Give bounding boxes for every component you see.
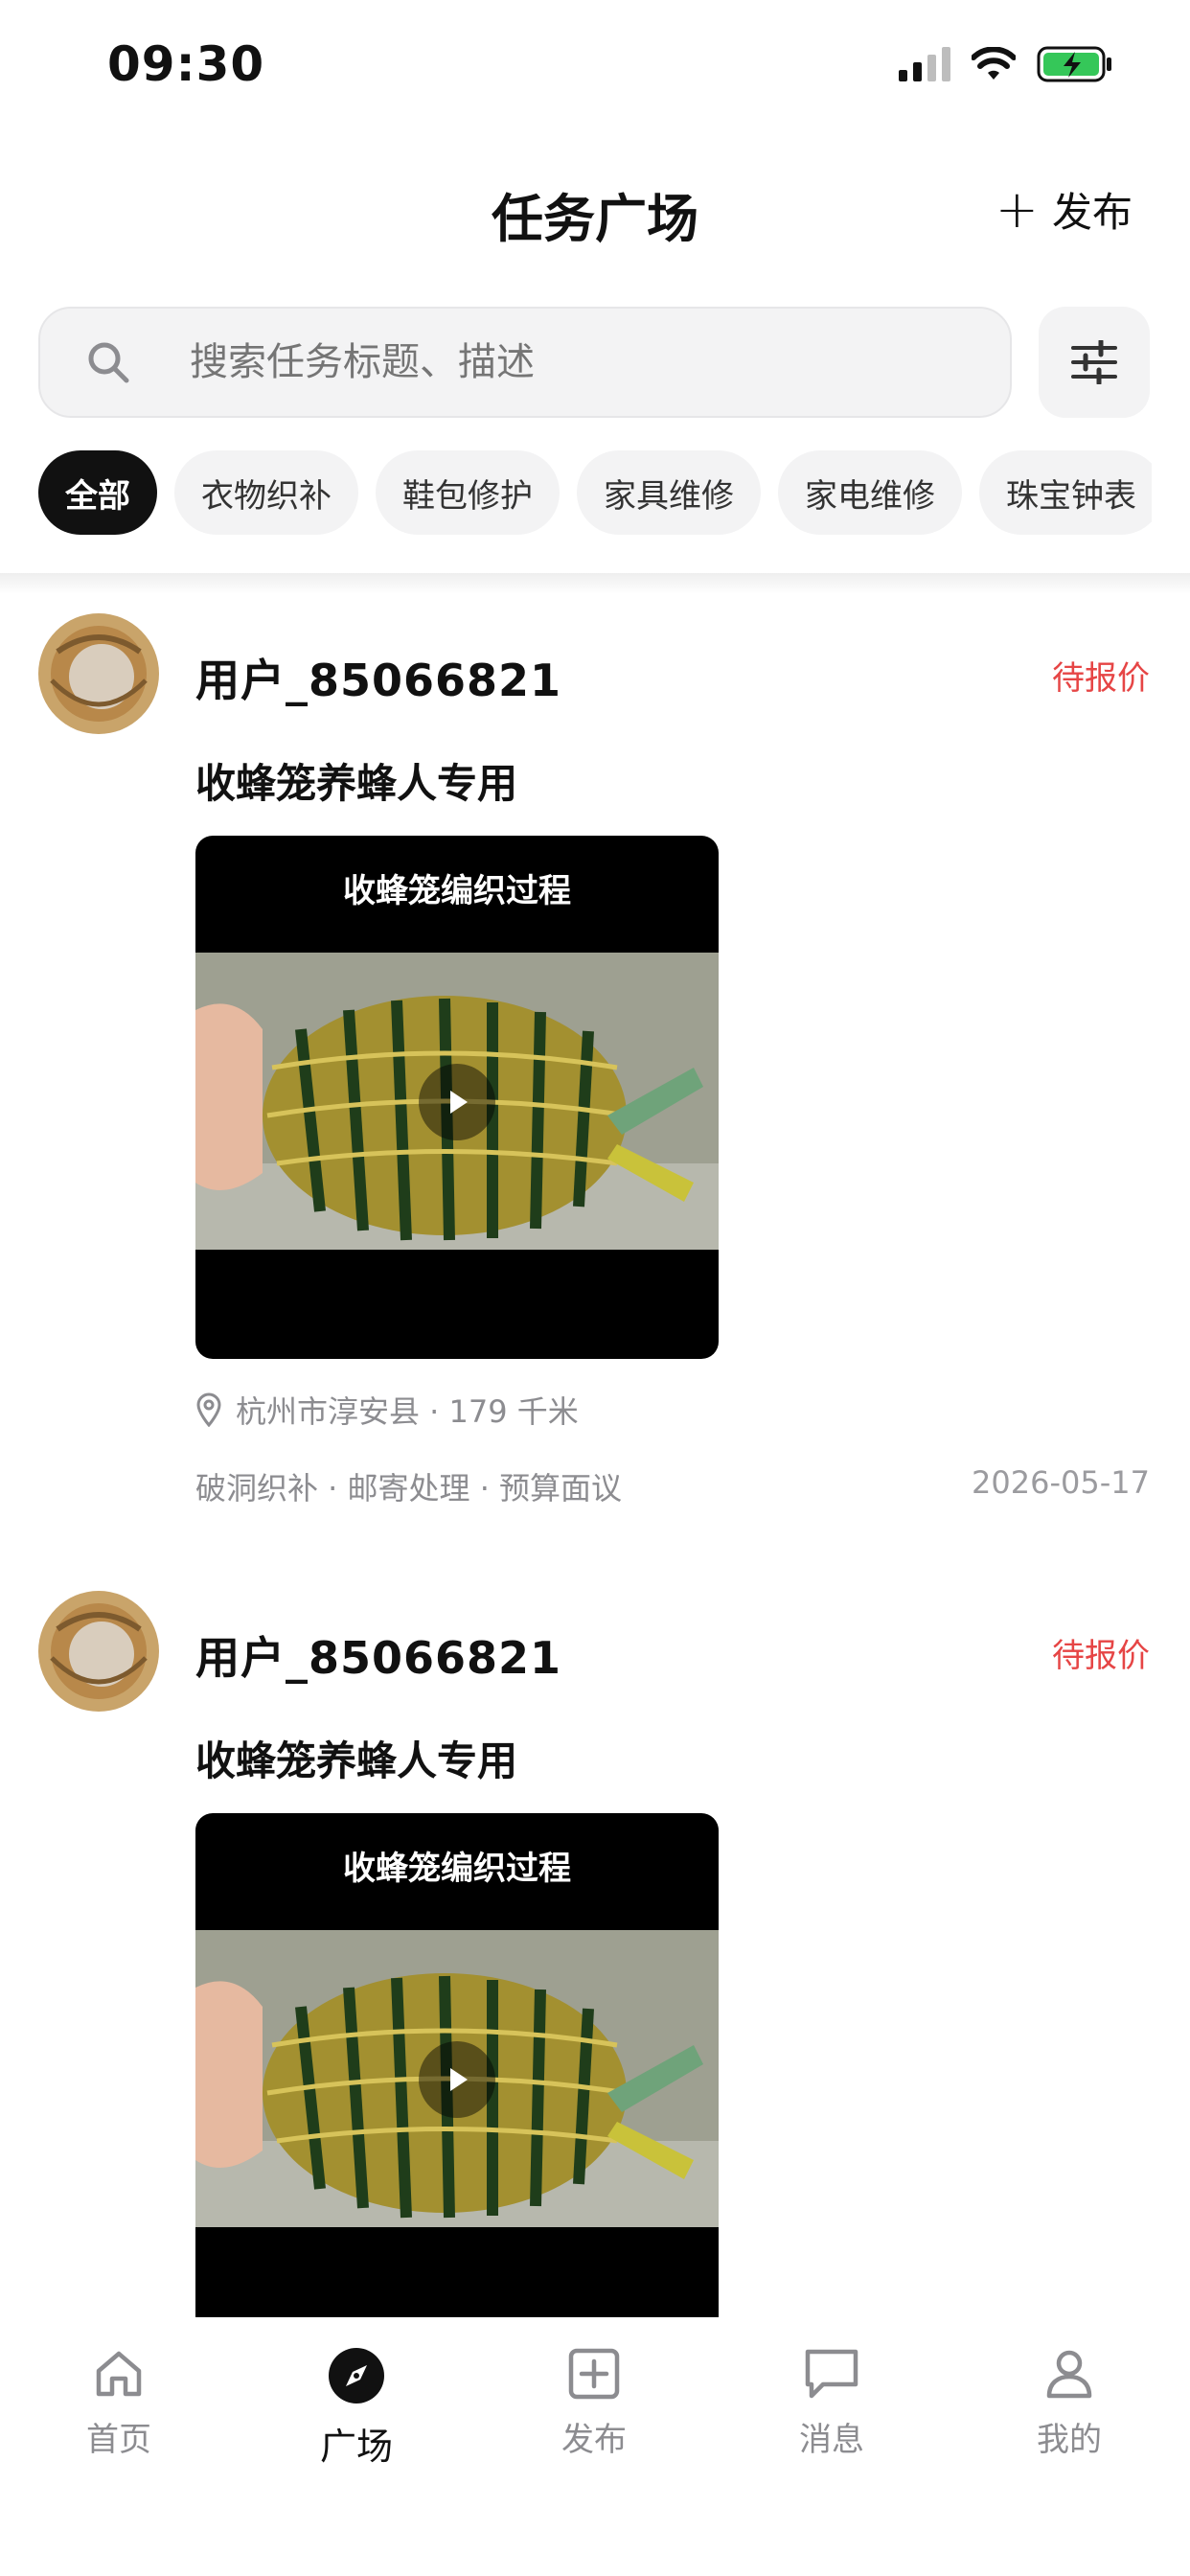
message-icon: [805, 2349, 858, 2399]
filter-button[interactable]: [1039, 307, 1150, 418]
play-icon[interactable]: [419, 2041, 495, 2118]
status-bar: 09:30: [0, 0, 1190, 134]
task-location: 杭州市淳安县 · 179 千米: [195, 1388, 579, 1432]
category-chips: 全部 衣物织补 鞋包修护 家具维修 家电维修 珠宝钟表: [38, 450, 1152, 537]
avatar[interactable]: [38, 613, 159, 734]
status-badge: 待报价: [1052, 659, 1150, 698]
username: 用户_85066821: [195, 655, 562, 706]
search-input[interactable]: [190, 340, 918, 384]
status-icons: [899, 46, 1113, 82]
chip-furniture-repair[interactable]: 家具维修: [577, 450, 761, 535]
video-thumbnail[interactable]: 收蜂笼编织过程: [195, 836, 719, 1359]
battery-charging-icon: [1037, 46, 1111, 82]
chip-jewelry-watch[interactable]: 珠宝钟表: [979, 450, 1152, 535]
plus-square-icon: [568, 2348, 620, 2400]
tab-label: 发布: [561, 2421, 627, 2459]
tab-profile[interactable]: 我的: [993, 2346, 1146, 2460]
tab-label: 首页: [86, 2421, 151, 2459]
username: 用户_85066821: [195, 1632, 562, 1684]
status-badge: 待报价: [1052, 1637, 1150, 1675]
header-divider: [0, 573, 1190, 594]
tab-messages[interactable]: 消息: [755, 2346, 908, 2460]
chip-all[interactable]: 全部: [38, 450, 157, 535]
task-tags: 破洞织补 · 邮寄处理 · 预算面议: [195, 1470, 623, 1506]
plus-icon: +: [995, 178, 1039, 240]
tab-square[interactable]: 广场: [280, 2346, 433, 2470]
publish-button-label: 发布: [1051, 189, 1133, 236]
chip-shoe-bag-care[interactable]: 鞋包修护: [376, 450, 560, 535]
compass-icon: [329, 2348, 384, 2404]
status-time: 09:30: [107, 36, 265, 92]
chip-appliance-repair[interactable]: 家电维修: [778, 450, 962, 535]
task-title: 收蜂笼养蜂人专用: [195, 1737, 518, 1784]
video-caption: 收蜂笼编织过程: [343, 1850, 571, 1888]
filter-sliders-icon: [1071, 340, 1117, 384]
user-icon: [1046, 2350, 1092, 2399]
wifi-icon: [972, 47, 1016, 80]
page-header: 任务广场 + 发布: [0, 134, 1190, 278]
play-icon[interactable]: [419, 1064, 495, 1140]
task-date: 2026-05-17: [972, 1464, 1150, 1501]
tab-label: 我的: [1037, 2421, 1102, 2459]
bottom-tab-bar: 首页 广场 发布 消息 我的: [0, 2317, 1190, 2576]
tab-label: 消息: [799, 2421, 864, 2459]
search-icon: [88, 342, 129, 383]
video-caption: 收蜂笼编织过程: [343, 872, 571, 910]
cellular-signal-icon: [899, 47, 950, 81]
tab-publish[interactable]: 发布: [517, 2346, 671, 2460]
tab-home[interactable]: 首页: [42, 2346, 195, 2460]
chip-clothing-mending[interactable]: 衣物织补: [174, 450, 358, 535]
task-square-screen: 09:30 任务广场 + 发布 搜索任务标题、描述 全部 衣物织补 鞋包修护 家…: [0, 0, 1190, 2576]
tab-label: 广场: [319, 2426, 393, 2468]
search-bar[interactable]: [38, 307, 1012, 418]
home-icon: [96, 2351, 142, 2397]
location-pin-icon: [196, 1392, 221, 1427]
avatar[interactable]: [38, 1591, 159, 1712]
video-thumbnail[interactable]: 收蜂笼编织过程: [195, 1813, 719, 2336]
location-text: 杭州市淳安县 · 179 千米: [236, 1393, 579, 1430]
task-title: 收蜂笼养蜂人专用: [195, 760, 518, 807]
publish-button[interactable]: + 发布: [995, 180, 1133, 239]
